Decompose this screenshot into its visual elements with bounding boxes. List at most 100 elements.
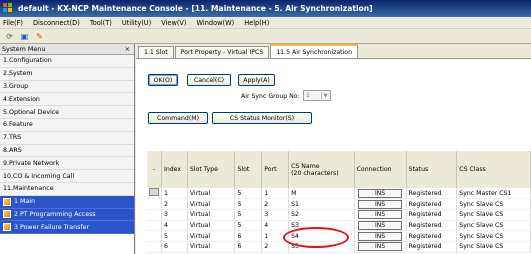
col-header-slot: Slot: [234, 151, 263, 188]
apply-button[interactable]: Apply(A): [238, 74, 275, 86]
table-row[interactable]: 1 Virtual 5 1 M INS Registered Sync Mast…: [147, 188, 531, 200]
cell-cs-name[interactable]: S1: [288, 198, 355, 210]
cell-connection: INS: [354, 230, 407, 242]
cell-cs-class: Sync Slave CS: [456, 209, 531, 221]
cell-slot: 5: [234, 209, 263, 221]
sidebar-item-extension[interactable]: 4.Extension: [0, 93, 134, 107]
cell-index: 2: [161, 198, 188, 210]
cell-status: Registered: [406, 188, 458, 200]
cell-cs-class: Sync Slave CS: [456, 220, 531, 232]
sidebar-item-ars[interactable]: 8.ARS: [0, 144, 134, 158]
cell-cs-name[interactable]: S2: [288, 209, 355, 221]
cell-slot-type: Virtual: [187, 230, 236, 242]
connection-ins-button[interactable]: INS: [358, 242, 403, 252]
cell-connection: INS: [354, 188, 407, 200]
connection-ins-button[interactable]: INS: [358, 199, 403, 209]
cell-slot: 5: [234, 198, 263, 210]
sidebar-subitem-pt-programming-access[interactable]: 2 PT Programming Access: [0, 208, 134, 222]
connection-ins-button[interactable]: INS: [358, 220, 403, 230]
tab-slot[interactable]: 1.1 Slot: [138, 46, 174, 58]
edit-row-icon: [149, 188, 159, 197]
menu-utility[interactable]: Utility(U): [122, 19, 151, 27]
menu-bar: File(F) Disconnect(D) Tool(T) Utility(U)…: [0, 17, 531, 29]
menu-file[interactable]: File(F): [3, 19, 23, 27]
sidebar-item-maintenance[interactable]: 11.Maintenance: [0, 182, 134, 196]
cell-port: 2: [261, 198, 290, 210]
sidebar-item-trs[interactable]: 7.TRS: [0, 131, 134, 145]
cell-slot-type: Virtual: [187, 188, 236, 200]
menu-help[interactable]: Help(H): [244, 19, 269, 27]
cell-cs-name[interactable]: M: [288, 188, 355, 200]
menu-tool[interactable]: Tool(T): [90, 19, 112, 27]
cell-connection: INS: [354, 198, 407, 210]
cell-index: 3: [161, 209, 188, 221]
connection-ins-button[interactable]: INS: [358, 210, 403, 220]
cell-slot: 5: [234, 220, 263, 232]
cs-status-monitor-button[interactable]: CS Status Monitor(S): [212, 112, 312, 124]
cell-port: 1: [261, 188, 290, 200]
tab-port-property[interactable]: Port Property - Virtual IPCS: [174, 46, 270, 58]
col-header-cs-name: CS Name (20 characters): [288, 151, 355, 188]
table-row[interactable]: 2 Virtual 5 2 S1 INS Registered Sync Sla…: [147, 198, 531, 210]
connection-ins-button[interactable]: INS: [358, 188, 403, 198]
row-edit-marker[interactable]: [147, 209, 162, 221]
cell-status: Registered: [406, 241, 458, 253]
ok-button[interactable]: OK(O): [148, 74, 178, 86]
refresh-icon[interactable]: ⟳: [4, 31, 15, 42]
sidebar-item-configuration[interactable]: 1.Configuration: [0, 55, 134, 68]
tab-strip: 1.1 Slot Port Property - Virtual IPCS 11…: [136, 44, 531, 59]
tab-air-synchronization[interactable]: 11.5 Air Synchronization: [270, 44, 359, 58]
cell-index: 4: [161, 220, 188, 232]
menu-disconnect[interactable]: Disconnect(D): [33, 19, 80, 27]
row-edit-marker[interactable]: [147, 241, 162, 253]
table-row[interactable]: 3 Virtual 5 3 S2 INS Registered Sync Sla…: [147, 209, 531, 221]
cell-port: 2: [261, 241, 290, 253]
cell-port: 4: [261, 220, 290, 232]
sidebar-subitem-main[interactable]: 1 Main: [0, 195, 134, 209]
chevron-down-icon: ▼: [321, 92, 329, 99]
row-edit-marker[interactable]: [147, 198, 162, 210]
cell-index: 1: [161, 188, 188, 200]
sidebar-item-system[interactable]: 2.System: [0, 67, 134, 81]
cell-cs-class: Sync Master CS1: [456, 188, 531, 200]
cell-status: Registered: [406, 220, 458, 232]
cell-slot: 6: [234, 241, 263, 253]
col-header-status: Status: [406, 151, 458, 188]
cell-cs-class: Sync Slave CS: [456, 241, 531, 253]
tool-icon[interactable]: ✎: [34, 31, 45, 42]
app-icon: [3, 3, 14, 14]
sidebar-item-private-network[interactable]: 9.Private Network: [0, 157, 134, 171]
sidebar-item-feature[interactable]: 6.Feature: [0, 118, 134, 132]
col-header-marker: -: [147, 151, 162, 188]
toolbar: ⟳ ▣ ✎: [0, 29, 531, 44]
cell-status: Registered: [406, 198, 458, 210]
sidebar-subitem-power-failure-transfer[interactable]: 3 Power Failure Transfer: [0, 221, 134, 235]
close-icon[interactable]: ×: [125, 45, 130, 53]
connect-icon[interactable]: ▣: [19, 31, 30, 42]
col-header-slot-type: Slot Type: [187, 151, 236, 188]
cancel-button[interactable]: Cancel(C): [187, 74, 231, 86]
row-edit-marker[interactable]: [147, 230, 162, 242]
col-header-cs-class: CS Class: [456, 151, 531, 188]
group-no-label: Air Sync Group No:: [241, 93, 300, 100]
cell-connection: INS: [354, 220, 407, 232]
row-edit-marker[interactable]: [147, 188, 162, 200]
cell-port: 3: [261, 209, 290, 221]
sidebar-item-co-incoming-call[interactable]: 10.CO & Incoming Call: [0, 170, 134, 183]
cell-slot: 5: [234, 188, 263, 200]
folder-icon: [3, 210, 11, 219]
sidebar-item-group[interactable]: 3.Group: [0, 80, 134, 94]
row-edit-marker[interactable]: [147, 220, 162, 232]
group-no-select[interactable]: 1 ▼: [303, 90, 331, 101]
cell-status: Registered: [406, 230, 458, 242]
menu-window[interactable]: Window(W): [197, 19, 235, 27]
connection-ins-button[interactable]: INS: [358, 231, 403, 241]
sidebar-item-optional-device[interactable]: 5.Optional Device: [0, 106, 134, 119]
command-button[interactable]: Command(M): [148, 112, 208, 124]
col-header-index: Index: [161, 151, 188, 188]
cell-status: Registered: [406, 209, 458, 221]
col-header-connection: Connection: [354, 151, 407, 188]
menu-view[interactable]: View(V): [161, 19, 186, 27]
system-menu-panel: System Menu × 1.Configuration 2.System 3…: [0, 44, 135, 254]
cell-cs-class: Sync Slave CS: [456, 230, 531, 242]
